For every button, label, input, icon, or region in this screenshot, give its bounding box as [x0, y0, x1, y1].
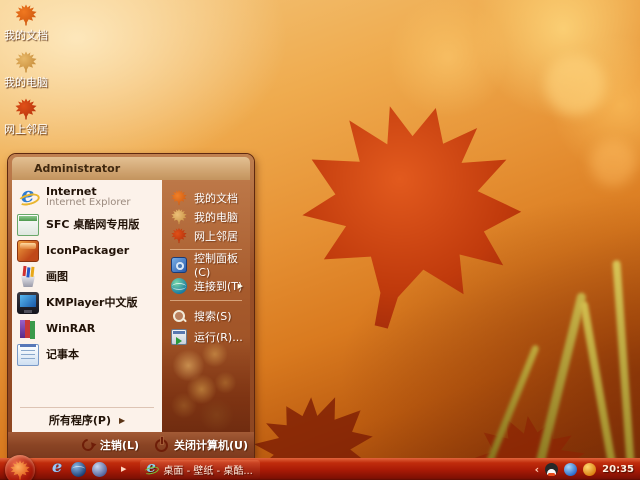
- desktop-icon-label: 我的电脑: [4, 76, 48, 89]
- taskbar: ▶ 桌面 - 壁纸 - 桌酷... ‹ 20:35: [0, 455, 640, 480]
- pinned-program-list: Internet Internet Explorer SFC 桌酷网专用版: [12, 182, 162, 368]
- quick-launch-bar: ▶: [50, 457, 126, 477]
- place-label: 连接到(T): [194, 279, 243, 293]
- turn-off-computer-button[interactable]: 关闭计算机(U): [155, 437, 248, 453]
- application-icon[interactable]: [92, 461, 107, 477]
- all-programs-button[interactable]: 所有程序(P) ▶: [12, 408, 162, 432]
- start-menu-place-item[interactable]: 控制面板(C): [162, 252, 250, 279]
- program-label: SFC 桌酷网专用版: [46, 218, 140, 232]
- system-tray: ‹ 20:35: [535, 462, 640, 476]
- my-documents-leaf-icon: [15, 4, 37, 26]
- task-button[interactable]: 桌面 - 壁纸 - 桌酷...: [140, 458, 260, 479]
- kmplayer-icon: [17, 292, 39, 314]
- start-menu: Administrator Internet Internet Explorer: [8, 154, 254, 458]
- start-menu-program-item[interactable]: SFC 桌酷网专用版: [12, 212, 162, 238]
- connect-to-icon: [171, 277, 187, 294]
- desktop-icon-label: 我的文档: [4, 29, 48, 42]
- messenger-icon[interactable]: [564, 462, 578, 476]
- my-computer-leaf-icon: [171, 208, 187, 225]
- start-menu-program-item[interactable]: 记事本: [12, 342, 162, 368]
- my-documents-leaf-icon: [171, 189, 187, 206]
- internet-explorer-icon[interactable]: [50, 457, 65, 477]
- internet-explorer-icon: [17, 182, 39, 208]
- program-label: IconPackager: [46, 244, 130, 258]
- place-label: 搜索(S): [194, 309, 232, 323]
- start-menu-places-column: 我的文档 我的电脑 网上邻居 控制面板(C) 连接到(T) ▶ 搜索(S) 运行…: [162, 180, 250, 432]
- bokeh-light: [545, 55, 605, 115]
- start-menu-footer: 注销(L) 关闭计算机(U): [8, 432, 254, 458]
- browser-window-icon: [144, 458, 158, 476]
- start-menu-place-item[interactable]: 运行(R)...: [162, 326, 250, 347]
- start-menu-pinned-column: Internet Internet Explorer SFC 桌酷网专用版: [12, 180, 162, 432]
- paint-icon: [17, 266, 39, 288]
- program-label: Internet: [46, 184, 97, 198]
- start-menu-columns: Internet Internet Explorer SFC 桌酷网专用版: [12, 180, 250, 432]
- sfc-app-icon: [17, 214, 39, 236]
- place-label: 我的文档: [194, 191, 238, 205]
- start-menu-place-item[interactable]: 连接到(T) ▶: [162, 275, 250, 296]
- control-panel-icon: [171, 256, 187, 273]
- bokeh-light: [590, 140, 636, 186]
- menu-separator: [170, 300, 242, 301]
- notepad-icon: [17, 344, 39, 366]
- taskbar-clock[interactable]: 20:35: [602, 464, 634, 475]
- desktop-icon[interactable]: 网上邻居: [2, 98, 50, 135]
- desktop-icon-column: 我的文档 我的电脑 网上邻居: [2, 4, 50, 145]
- log-off-button[interactable]: 注销(L): [79, 436, 139, 454]
- globe-browser-icon[interactable]: [71, 461, 86, 477]
- winrar-icon: [17, 318, 39, 340]
- network-places-leaf-icon: [15, 98, 37, 120]
- desktop-icon[interactable]: 我的电脑: [2, 51, 50, 88]
- program-label: 画图: [46, 270, 68, 284]
- search-icon: [171, 308, 187, 324]
- start-menu-user-header: Administrator: [12, 157, 250, 180]
- start-menu-program-item[interactable]: IconPackager: [12, 238, 162, 264]
- input-method-icon[interactable]: [583, 462, 597, 476]
- iconpackager-icon: [17, 240, 39, 262]
- program-label: 记事本: [46, 348, 79, 362]
- my-computer-leaf-icon: [15, 51, 37, 73]
- start-menu-place-item[interactable]: 搜索(S): [162, 305, 250, 326]
- program-sublabel: Internet Explorer: [46, 196, 131, 208]
- desktop-icon-label: 网上邻居: [4, 123, 48, 136]
- start-button[interactable]: [5, 455, 35, 480]
- start-menu-program-item[interactable]: 画图: [12, 264, 162, 290]
- start-menu-program-item[interactable]: KMPlayer中文版: [12, 290, 162, 316]
- maple-leaf-graphic: [271, 76, 546, 358]
- start-menu-program-item[interactable]: WinRAR: [12, 316, 162, 342]
- start-menu-place-item[interactable]: 网上邻居: [162, 226, 250, 245]
- submenu-arrow-icon: ▶: [237, 281, 243, 290]
- program-label: WinRAR: [46, 322, 96, 336]
- grass-blade-graphic: [612, 259, 636, 480]
- start-menu-place-item[interactable]: 我的电脑: [162, 207, 250, 226]
- place-label: 网上邻居: [194, 229, 238, 243]
- start-leaf-icon: [10, 460, 30, 480]
- places-list: 我的文档 我的电脑 网上邻居 控制面板(C) 连接到(T) ▶ 搜索(S) 运行…: [162, 188, 250, 347]
- user-name: Administrator: [34, 162, 121, 175]
- qq-messenger-icon[interactable]: [545, 462, 559, 476]
- log-off-icon: [79, 436, 97, 454]
- start-menu-program-item[interactable]: Internet Internet Explorer: [12, 182, 162, 212]
- network-places-leaf-icon: [171, 227, 187, 244]
- power-icon: [155, 438, 168, 452]
- start-menu-place-item[interactable]: 我的文档: [162, 188, 250, 207]
- tray-collapse-chevron-icon[interactable]: ‹: [535, 464, 540, 475]
- program-label: KMPlayer中文版: [46, 296, 138, 310]
- run-icon: [171, 328, 187, 345]
- task-button-label: 桌面 - 壁纸 - 桌酷...: [163, 465, 253, 477]
- place-label: 我的电脑: [194, 210, 238, 224]
- submenu-arrow-icon: ▶: [118, 415, 126, 425]
- grass-blade-graphic: [579, 300, 619, 480]
- place-label: 运行(R)...: [194, 330, 243, 344]
- task-button-area: 桌面 - 壁纸 - 桌酷...: [126, 458, 260, 479]
- desktop-icon[interactable]: 我的文档: [2, 4, 50, 41]
